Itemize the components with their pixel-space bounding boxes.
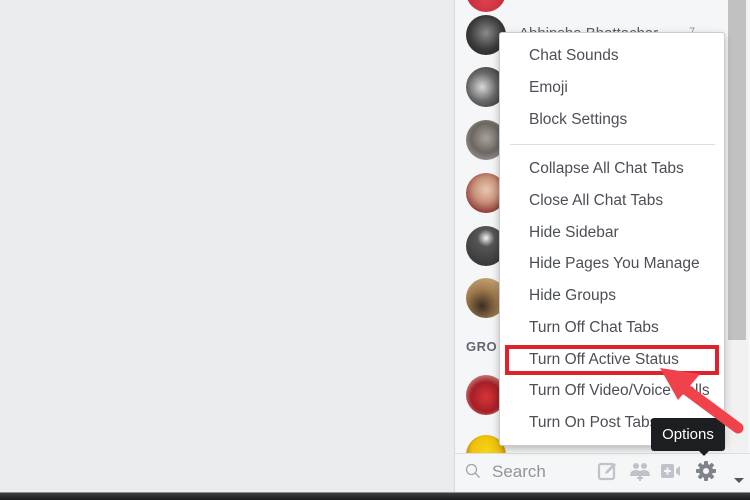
contact-avatar[interactable] — [466, 0, 506, 12]
groups-section-label: GRO — [466, 339, 498, 354]
sidebar-scrollbar-thumb[interactable] — [728, 0, 746, 340]
chat-options-menu: Chat Sounds Emoji Block Settings Collaps… — [499, 32, 725, 446]
menu-item-chat-sounds[interactable]: Chat Sounds — [500, 41, 724, 71]
main-content-area — [0, 0, 454, 492]
menu-item-block-settings[interactable]: Block Settings — [500, 105, 724, 135]
gear-icon[interactable] — [695, 460, 717, 482]
menu-item-turn-off-video-voice-calls[interactable]: Turn Off Video/Voice Calls — [500, 376, 724, 406]
chat-search-input[interactable] — [492, 460, 592, 484]
menu-item-hide-sidebar[interactable]: Hide Sidebar — [500, 218, 724, 248]
menu-item-close-all-chat-tabs[interactable]: Close All Chat Tabs — [500, 186, 724, 216]
menu-item-hide-pages-you-manage[interactable]: Hide Pages You Manage — [500, 249, 724, 279]
menu-divider — [510, 144, 715, 145]
compose-icon[interactable] — [597, 460, 619, 482]
search-icon — [465, 463, 480, 478]
create-group-icon[interactable] — [629, 460, 651, 482]
menu-item-collapse-all-chat-tabs[interactable]: Collapse All Chat Tabs — [500, 154, 724, 184]
options-tooltip: Options — [651, 418, 725, 451]
tooltip-caret — [699, 451, 709, 456]
chat-bottom-bar — [455, 453, 750, 492]
scroll-down-arrow-icon[interactable] — [734, 478, 744, 483]
menu-item-emoji[interactable]: Emoji — [500, 73, 724, 103]
menu-item-turn-off-chat-tabs[interactable]: Turn Off Chat Tabs — [500, 313, 724, 343]
annotation-highlight-box — [505, 345, 719, 375]
video-call-icon[interactable] — [660, 460, 682, 482]
os-taskbar — [0, 492, 750, 500]
menu-item-hide-groups[interactable]: Hide Groups — [500, 281, 724, 311]
